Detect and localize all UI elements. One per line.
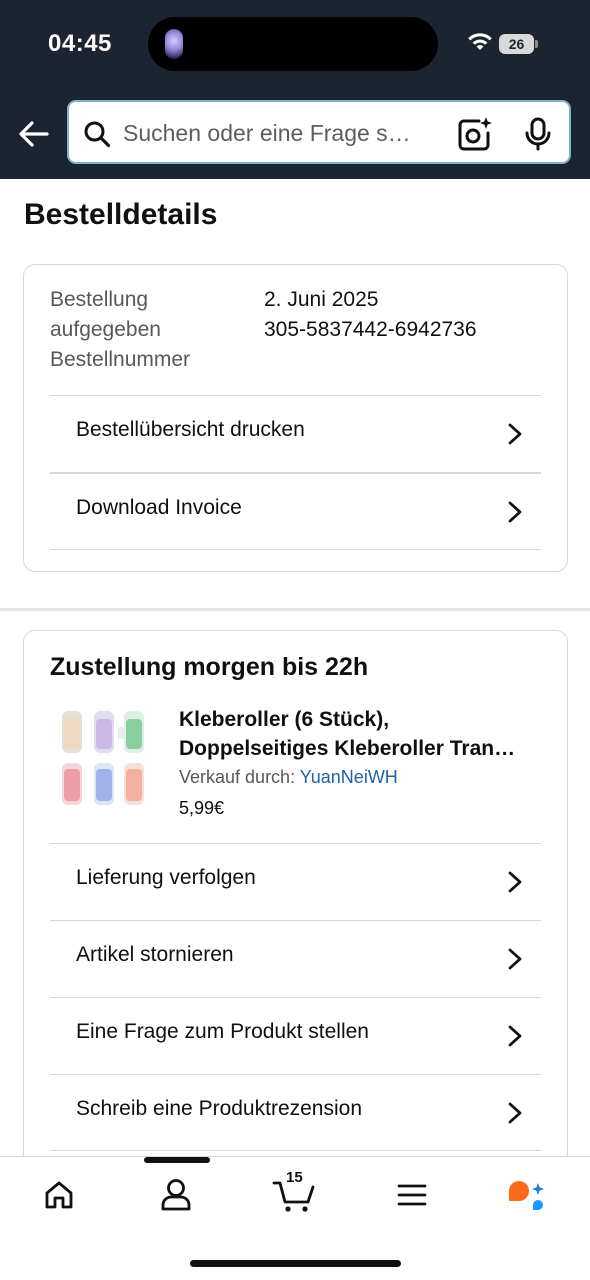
row-label: Download Invoice <box>76 496 242 519</box>
row-label: Eine Frage zum Produkt stellen <box>76 1020 369 1043</box>
print-order-summary-row[interactable]: Bestellübersicht drucken <box>50 395 541 472</box>
search-bar[interactable] <box>67 100 571 164</box>
chevron-right-icon <box>508 423 522 445</box>
order-number: 305-5837442-6942736 <box>264 318 477 341</box>
wifi-icon <box>468 33 492 50</box>
arrow-left-icon <box>19 121 49 147</box>
chevron-right-icon <box>508 948 522 970</box>
product-title-line1: Kleberoller (6 Stück), <box>179 708 390 731</box>
order-info-values: 2. Juni 2025 305-5837442-6942736 <box>264 285 477 345</box>
battery-level: 26 <box>499 34 534 54</box>
chevron-right-icon <box>508 1025 522 1047</box>
back-button[interactable] <box>14 112 54 156</box>
label-order-number: Bestellnummer <box>50 348 191 371</box>
product-title[interactable]: Kleberoller (6 Stück), Doppelseitiges Kl… <box>179 705 549 763</box>
chevron-right-icon <box>508 501 522 523</box>
search-icon <box>84 121 111 148</box>
track-delivery-row[interactable]: Lieferung verfolgen <box>50 843 541 920</box>
nav-account[interactable] <box>146 1173 206 1217</box>
download-invoice-row[interactable]: Download Invoice <box>50 472 541 549</box>
header-bar: 04:45 26 <box>0 0 590 179</box>
rufus-icon <box>509 1181 544 1210</box>
row-label: Bestellübersicht drucken <box>76 418 305 441</box>
product-image[interactable] <box>54 709 150 809</box>
seller-prefix: Verkauf durch: <box>179 767 296 787</box>
search-input[interactable] <box>123 114 443 152</box>
cancel-item-row[interactable]: Artikel stornieren <box>50 920 541 997</box>
delivery-title: Zustellung morgen bis 22h <box>50 653 369 681</box>
label-order-placed-2: aufgegeben <box>50 318 161 341</box>
label-order-placed: Bestellung <box>50 288 149 311</box>
row-label: Artikel stornieren <box>76 943 234 966</box>
account-icon <box>161 1179 191 1211</box>
seller-link[interactable]: YuanNeiWH <box>300 767 398 787</box>
order-summary-card: Bestellung aufgegeben Bestellnummer 2. J… <box>23 264 568 572</box>
section-divider <box>0 608 590 611</box>
chevron-right-icon <box>508 871 522 893</box>
cart-count-badge: 15 <box>286 1169 303 1186</box>
status-time: 04:45 <box>48 30 112 57</box>
home-icon <box>45 1181 73 1209</box>
delivery-card: Zustellung morgen bis 22h Kleberoller (6… <box>23 630 568 1190</box>
order-date: 2. Juni 2025 <box>264 288 379 311</box>
home-indicator <box>190 1260 401 1267</box>
nav-menu[interactable] <box>382 1173 442 1217</box>
row-divider <box>50 549 541 550</box>
ask-product-question-row[interactable]: Eine Frage zum Produkt stellen <box>50 997 541 1074</box>
product-price: 5,99€ <box>179 798 225 818</box>
nav-rufus[interactable] <box>498 1173 558 1217</box>
active-tab-indicator <box>144 1157 210 1163</box>
product-title-line2: Doppelseitiges Kleberoller Tran… <box>179 737 516 760</box>
battery-indicator: 26 <box>499 34 538 54</box>
flashlight-indicator-icon <box>165 29 183 59</box>
row-divider <box>50 1150 541 1151</box>
row-label: Schreib eine Produktrezension <box>76 1097 363 1120</box>
chevron-right-icon <box>508 1102 522 1124</box>
page-title: Bestelldetails <box>24 198 218 231</box>
seller-line: Verkauf durch: YuanNeiWH <box>179 767 398 788</box>
write-review-row[interactable]: Schreib eine Produktrezension <box>50 1074 541 1151</box>
nav-home[interactable] <box>29 1173 89 1217</box>
dynamic-island <box>148 17 438 71</box>
microphone-icon[interactable] <box>523 117 553 151</box>
row-label: Lieferung verfolgen <box>76 866 256 889</box>
camera-sparkle-icon[interactable] <box>457 116 493 152</box>
menu-icon <box>397 1184 427 1206</box>
bottom-nav: 15 <box>0 1156 590 1280</box>
order-info-labels: Bestellung aufgegeben Bestellnummer <box>50 285 190 375</box>
